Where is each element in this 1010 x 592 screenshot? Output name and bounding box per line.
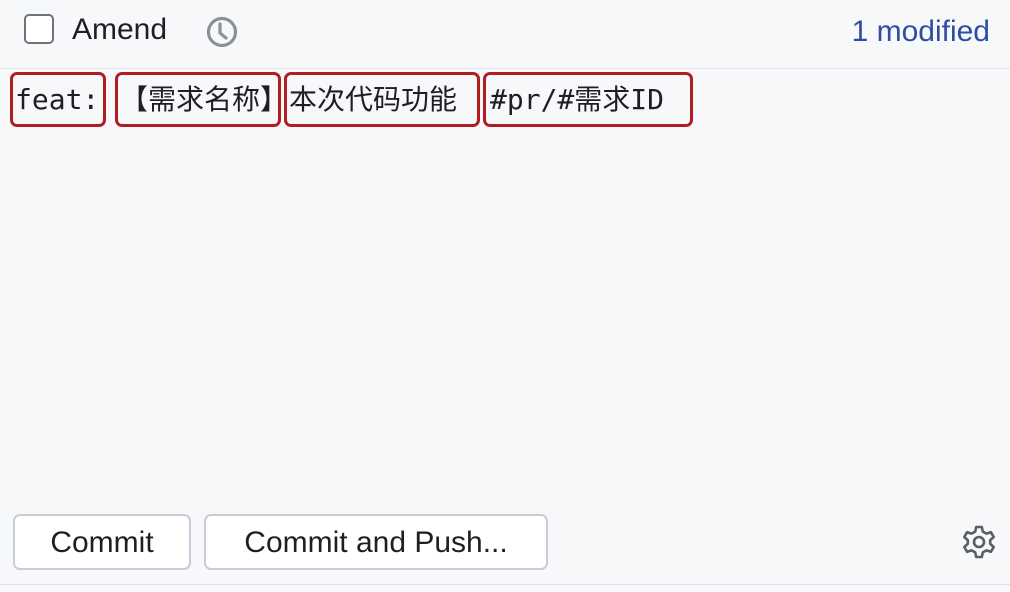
commit-toolbar: Amend 1 modified [0, 0, 1010, 69]
commit-and-push-button[interactable]: Commit and Push... [204, 514, 548, 570]
message-token-requirement-name: 【需求名称】 [115, 72, 281, 127]
clock-history-icon[interactable] [205, 15, 239, 49]
bottom-divider [0, 584, 1010, 585]
amend-checkbox[interactable] [24, 14, 54, 44]
commit-panel: Amend 1 modified feat: 【需求名称】 本次代码功能 #pr… [0, 0, 1010, 592]
gear-icon[interactable] [960, 523, 998, 561]
commit-message-editor[interactable] [0, 69, 1010, 499]
message-token-feature-description: 本次代码功能 [284, 72, 480, 127]
commit-button[interactable]: Commit [13, 514, 191, 570]
message-token-pr-id: #pr/#需求ID [483, 72, 693, 127]
amend-label[interactable]: Amend [72, 12, 167, 48]
message-token-type: feat: [10, 72, 106, 127]
modified-files-link[interactable]: 1 modified [852, 14, 990, 50]
